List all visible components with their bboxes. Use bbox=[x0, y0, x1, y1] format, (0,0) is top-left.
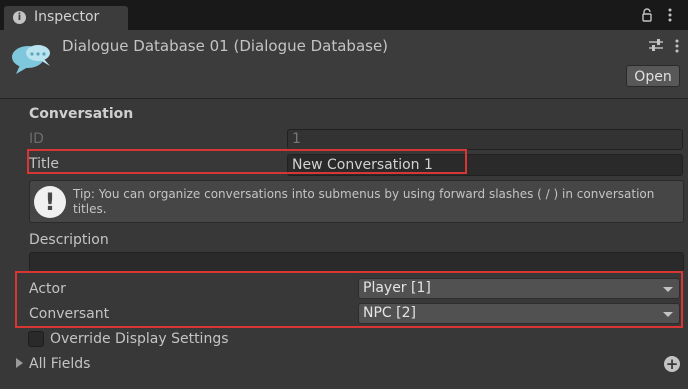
speech-bubbles-icon bbox=[12, 45, 50, 74]
override-display-label: Override Display Settings bbox=[50, 331, 229, 347]
kebab-menu-icon[interactable] bbox=[664, 8, 676, 22]
override-display-checkbox[interactable] bbox=[28, 331, 44, 347]
description-label: Description bbox=[29, 232, 109, 248]
kebab-menu-icon[interactable] bbox=[672, 38, 682, 54]
info-icon: i bbox=[13, 11, 26, 24]
add-field-icon[interactable]: + bbox=[664, 356, 680, 372]
preset-sliders-icon[interactable] bbox=[648, 38, 664, 52]
asset-title: Dialogue Database 01 (Dialogue Database) bbox=[62, 37, 389, 55]
divider bbox=[0, 98, 688, 99]
section-title: Conversation bbox=[29, 106, 134, 122]
highlight-box-title bbox=[27, 149, 467, 174]
id-field: 1 bbox=[287, 129, 683, 150]
id-label: ID bbox=[29, 131, 44, 147]
lock-icon[interactable] bbox=[640, 8, 654, 22]
expand-arrow-icon[interactable] bbox=[16, 358, 23, 368]
open-button[interactable]: Open bbox=[626, 65, 680, 87]
exclamation-icon: ! bbox=[34, 186, 66, 218]
highlight-box-participants bbox=[15, 271, 683, 328]
description-input[interactable] bbox=[29, 252, 684, 272]
tab-label: Inspector bbox=[34, 9, 100, 25]
tip-text: Tip: You can organize conversations into… bbox=[73, 187, 655, 216]
all-fields-foldout[interactable]: All Fields bbox=[29, 356, 90, 372]
